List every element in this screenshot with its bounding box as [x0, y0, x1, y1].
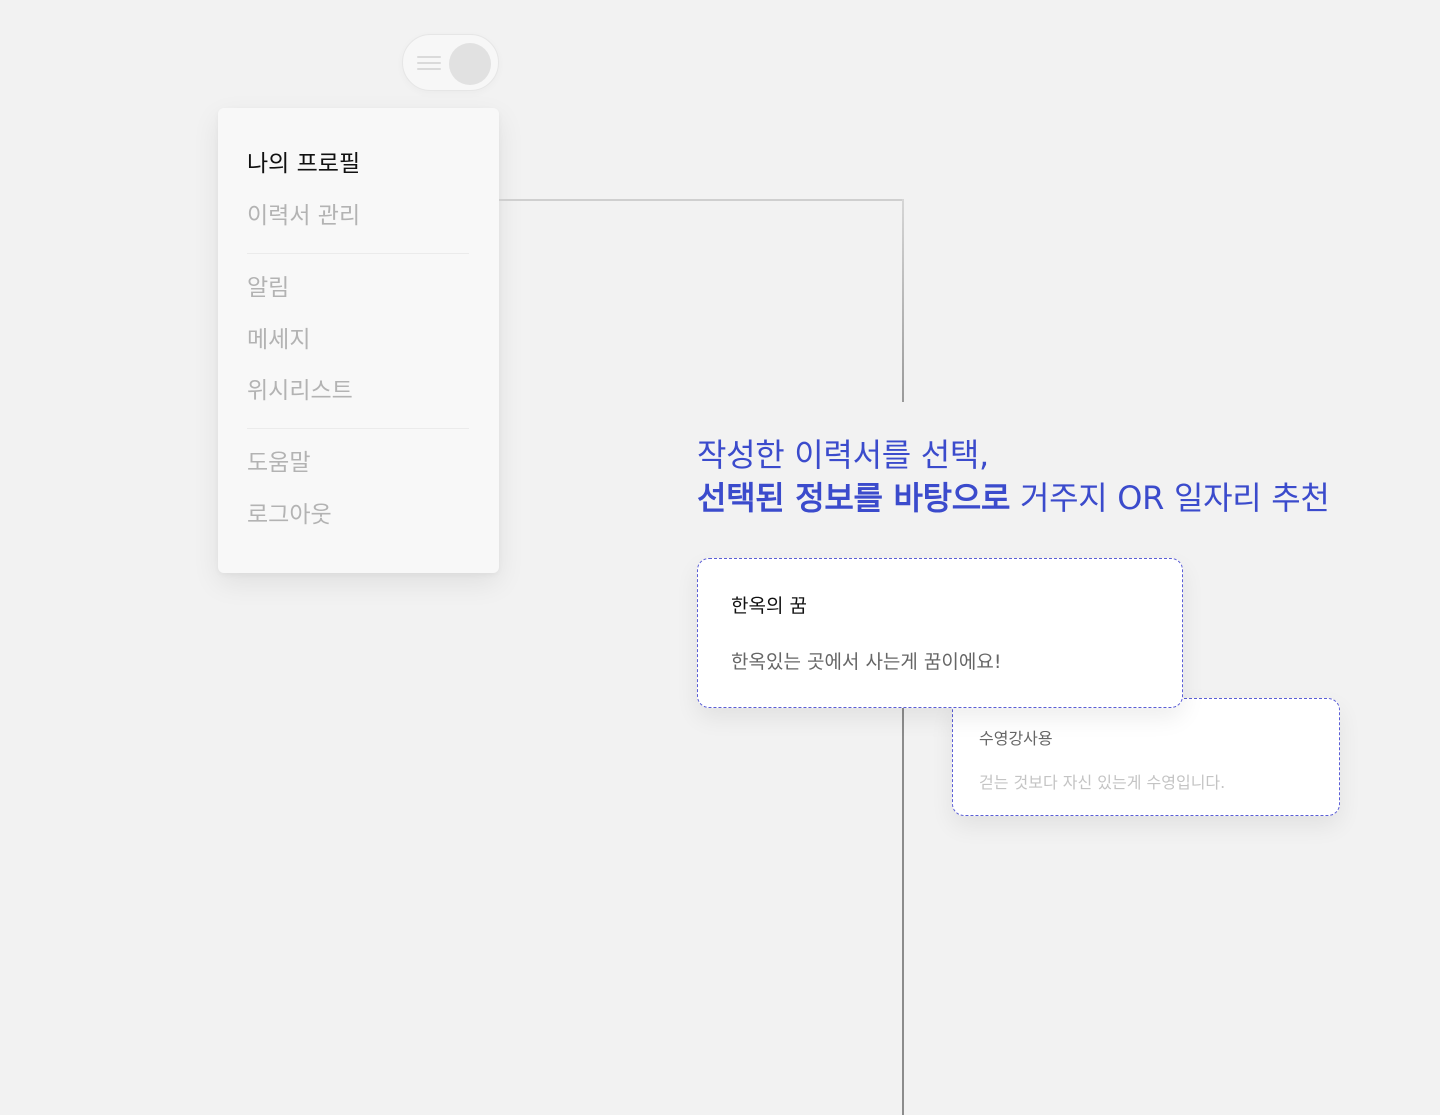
hamburger-icon [417, 56, 441, 70]
headline-rest: 거주지 OR 일자리 추천 [1010, 479, 1330, 517]
resume-card-title: 수영강사용 [979, 729, 1053, 748]
menu-divider [247, 428, 469, 429]
feature-headline: 작성한 이력서를 선택, 선택된 정보를 바탕으로 거주지 OR 일자리 추천 [697, 434, 1330, 520]
menu-item-help[interactable]: 도움말 [247, 448, 310, 478]
menu-item-logout[interactable]: 로그아웃 [247, 500, 332, 530]
connector-line [499, 199, 904, 201]
toggle-knob [449, 43, 491, 85]
connector-line [902, 199, 904, 402]
resume-card-desc: 한옥있는 곳에서 사는게 꿈이에요! [731, 651, 1002, 673]
connector-line [902, 706, 904, 1115]
menu-divider [247, 253, 469, 254]
profile-dropdown-menu: 나의 프로필 이력서 관리 알림 메세지 위시리스트 도움말 로그아웃 [218, 108, 499, 573]
headline-bold: 선택된 정보를 바탕으로 [697, 479, 1011, 517]
headline-line-1: 작성한 이력서를 선택, [697, 436, 989, 474]
menu-item-my-profile[interactable]: 나의 프로필 [247, 149, 360, 179]
resume-card[interactable]: 수영강사용 걷는 것보다 자신 있는게 수영입니다. [952, 698, 1340, 816]
menu-item-wishlist[interactable]: 위시리스트 [247, 376, 353, 406]
menu-toggle-button[interactable] [402, 34, 499, 91]
resume-card[interactable]: 한옥의 꿈 한옥있는 곳에서 사는게 꿈이에요! [697, 558, 1183, 708]
menu-item-messages[interactable]: 메세지 [247, 325, 310, 355]
menu-item-notifications[interactable]: 알림 [247, 273, 289, 303]
headline-line-2: 선택된 정보를 바탕으로 거주지 OR 일자리 추천 [697, 477, 1330, 520]
resume-card-title: 한옥의 꿈 [731, 595, 807, 617]
resume-card-desc: 걷는 것보다 자신 있는게 수영입니다. [979, 773, 1226, 792]
menu-item-resume-manage[interactable]: 이력서 관리 [247, 201, 360, 231]
